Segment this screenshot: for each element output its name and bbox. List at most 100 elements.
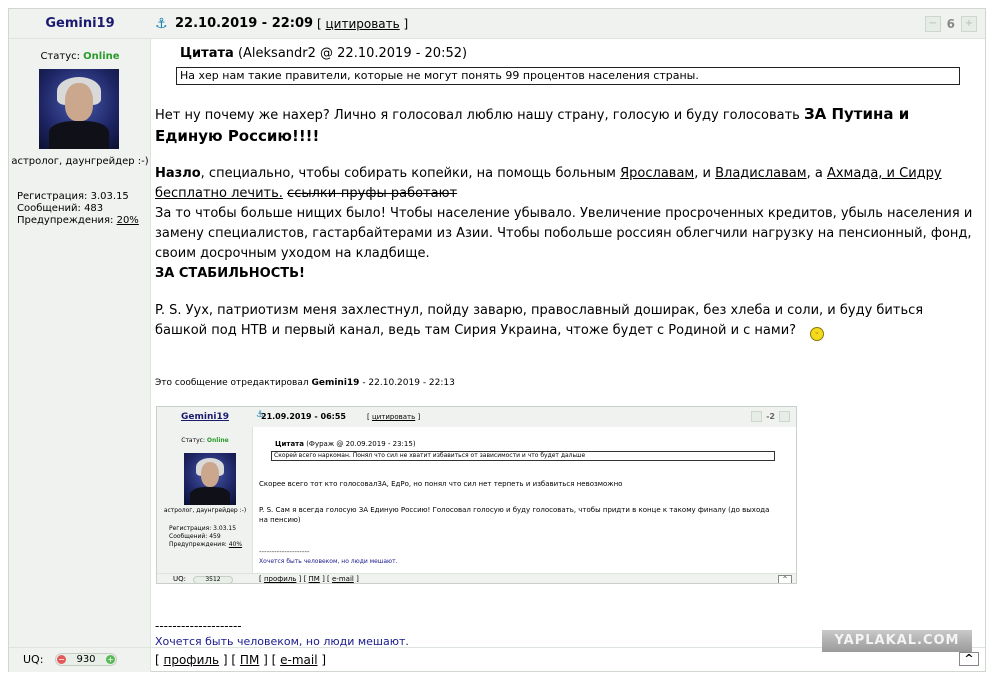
profile-link[interactable]: профиль bbox=[164, 653, 220, 667]
p3-text: P. S. Уух, патриотизм меня захлестнул, п… bbox=[155, 303, 924, 338]
uq-value: 930 bbox=[76, 654, 96, 665]
embedded-user-panel: Статус: Online астролог, даунгрейдер :-)… bbox=[157, 427, 253, 573]
embedded-avatar-face bbox=[201, 462, 219, 487]
embedded-quote-meta: (Фураж @ 20.09.2019 - 23:15) bbox=[306, 440, 416, 448]
embedded-signature: Хочется быть человеком, но люди мешают. bbox=[259, 558, 398, 565]
embedded-email-link: e-mail bbox=[332, 575, 354, 583]
embedded-avatar-body bbox=[190, 487, 230, 505]
smiley-icon: ᵕ bbox=[810, 326, 825, 341]
pm-link[interactable]: ПМ bbox=[240, 653, 259, 667]
author-name[interactable]: Gemini19 bbox=[9, 9, 151, 39]
scroll-top-button[interactable]: ^ bbox=[959, 652, 979, 666]
embedded-uq-label: UQ: bbox=[173, 575, 186, 583]
embedded-uq-row: UQ: 3512 [ профиль ] [ ПМ ] [ e-mail ] ^ bbox=[157, 573, 796, 583]
anchor-icon[interactable]: ⚓ bbox=[155, 9, 168, 39]
embedded-profile-link: профиль bbox=[263, 575, 297, 583]
watermark-logo: YAPLAKAL.COM bbox=[822, 630, 972, 652]
avatar-face bbox=[65, 83, 93, 121]
warnings-value[interactable]: 20% bbox=[117, 215, 139, 226]
embedded-registration: Регистрация: 3.03.15 bbox=[169, 525, 237, 532]
user-status: Статус: Online bbox=[9, 51, 151, 62]
embedded-user-title: астролог, даунгрейдер :-) bbox=[163, 507, 247, 514]
p2-text-1: , специально, чтобы собирать копейки, на… bbox=[200, 166, 621, 181]
uq-label: UQ: bbox=[23, 653, 44, 666]
quote-link-text[interactable]: цитировать bbox=[326, 17, 400, 31]
rating-value: 6 bbox=[946, 17, 955, 31]
p2-text-2: , и bbox=[694, 166, 716, 181]
uq-rating: − 930 + bbox=[55, 653, 117, 666]
embedded-vote-up-icon bbox=[779, 411, 790, 422]
embedded-screenshot: Gemini19 ⚓ 21.09.2019 - 06:55 [ цитирова… bbox=[156, 406, 797, 584]
p2-bold-start: Назло bbox=[155, 166, 201, 181]
avatar-body bbox=[49, 121, 109, 149]
quote-text: На хер нам такие правители, которые не м… bbox=[176, 67, 960, 85]
plus-icon[interactable]: + bbox=[106, 655, 115, 664]
author-name-text[interactable]: Gemini19 bbox=[45, 16, 114, 31]
message-paragraph-2: Назло, специально, чтобы собирать копейк… bbox=[155, 164, 975, 284]
p2-text-4: За то чтобы больше нищих было! Чтобы нас… bbox=[155, 206, 973, 261]
embedded-user-links: [ профиль ] [ ПМ ] [ e-mail ] bbox=[259, 575, 359, 583]
quote-meta: (Aleksandr2 @ 22.10.2019 - 20:52) bbox=[237, 46, 468, 61]
embedded-avatar bbox=[184, 453, 236, 505]
uq-panel: UQ: − 930 + bbox=[9, 648, 151, 672]
signature-separator: -------------------- bbox=[155, 619, 242, 633]
vote-up-icon[interactable]: + bbox=[961, 16, 977, 32]
embedded-quote-text: Скорей всего наркоман. Понял что сил не … bbox=[271, 451, 775, 461]
embedded-scroll-top-icon: ^ bbox=[778, 575, 792, 583]
embedded-stats: Регистрация: 3.03.15 Сообщений: 459 Пред… bbox=[169, 525, 242, 549]
embedded-quote-link-text: цитировать bbox=[371, 413, 416, 421]
embedded-quote-label: Цитата bbox=[275, 440, 304, 448]
p2-text-3: , а bbox=[806, 166, 827, 181]
embedded-author: Gemini19 bbox=[181, 412, 229, 422]
embedded-date: 21.09.2019 - 06:55 bbox=[261, 412, 346, 421]
strikethrough-text: ссылки-пруфы работают bbox=[287, 186, 458, 201]
embedded-quote-link: [ цитировать ] bbox=[367, 413, 421, 421]
email-link[interactable]: e-mail bbox=[280, 653, 317, 667]
embedded-rating-value: -2 bbox=[766, 412, 775, 421]
embedded-vote-down-icon bbox=[751, 411, 763, 422]
quote-link[interactable]: [ цитировать ] bbox=[317, 9, 408, 39]
post-date: 22.10.2019 - 22:09 bbox=[175, 16, 314, 31]
quote-header: Цитата (Aleksandr2 @ 22.10.2019 - 20:52) bbox=[180, 46, 467, 61]
embedded-messages: Сообщений: 459 bbox=[169, 533, 221, 540]
post-rating: − 6 + bbox=[924, 15, 977, 33]
embedded-warnings-label: Предупреждения: bbox=[169, 541, 229, 548]
embedded-quote-header: Цитата (Фураж @ 20.09.2019 - 23:15) bbox=[275, 439, 416, 449]
embedded-uq-value: 3512 bbox=[193, 576, 233, 583]
post-header: Gemini19 ⚓ 22.10.2019 - 22:09 [ цитирова… bbox=[9, 9, 985, 39]
p1-text: Нет ну почему же нахер? Лично я голосова… bbox=[155, 108, 804, 123]
message-paragraph-3: P. S. Уух, патриотизм меня захлестнул, п… bbox=[155, 301, 975, 341]
embedded-signature-separator: -------------------- bbox=[259, 548, 310, 556]
embedded-status-label: Статус: bbox=[181, 437, 205, 444]
embedded-status-value: Online bbox=[206, 437, 229, 444]
user-panel: Статус: Online астролог, даунгрейдер :-)… bbox=[9, 39, 151, 647]
link-vladislavam[interactable]: Владиславам bbox=[715, 166, 807, 181]
user-links: [ профиль ] [ ПМ ] [ e-mail ] bbox=[155, 653, 327, 667]
embedded-warnings-value: 40% bbox=[228, 541, 243, 548]
edited-suffix: - 22.10.2019 - 22:13 bbox=[359, 378, 455, 388]
messages-label: Сообщений: bbox=[17, 203, 81, 214]
forum-post: Gemini19 ⚓ 22.10.2019 - 22:09 [ цитирова… bbox=[8, 8, 986, 672]
edited-prefix: Это сообщение отредактировал bbox=[155, 378, 312, 388]
embedded-rating: -2 bbox=[751, 411, 790, 422]
embedded-status: Статус: Online bbox=[157, 437, 253, 444]
p2-bold-end: ЗА СТАБИЛЬНОСТЬ! bbox=[155, 266, 305, 281]
registration-label: Регистрация: bbox=[17, 191, 88, 202]
status-value: Online bbox=[83, 51, 120, 62]
vote-down-icon[interactable]: − bbox=[924, 16, 941, 32]
message-paragraph-1: Нет ну почему же нахер? Лично я голосова… bbox=[155, 104, 975, 148]
embedded-text-2: P. S. Сам я всегда голосую ЗА Единую Рос… bbox=[259, 506, 770, 524]
warnings-label: Предупреждения: bbox=[17, 215, 114, 226]
edited-note: Это сообщение отредактировал Gemini19 - … bbox=[155, 378, 455, 388]
messages-value: 483 bbox=[84, 203, 104, 214]
edited-user: Gemini19 bbox=[311, 378, 360, 388]
user-title: астролог, даунгрейдер :-) bbox=[11, 156, 149, 167]
link-yaroslavam[interactable]: Ярославам bbox=[620, 166, 694, 181]
user-stats: Регистрация: 3.03.15 Сообщений: 483 Пред… bbox=[17, 191, 139, 227]
registration-value: 3.03.15 bbox=[90, 191, 129, 202]
avatar[interactable] bbox=[39, 69, 119, 149]
status-label: Статус: bbox=[40, 51, 80, 62]
embedded-text-1: Скорее всего тот кто голосовалЗА, ЕдРо, … bbox=[259, 480, 623, 488]
embedded-pm-link: ПМ bbox=[308, 575, 320, 583]
minus-icon[interactable]: − bbox=[57, 655, 66, 664]
